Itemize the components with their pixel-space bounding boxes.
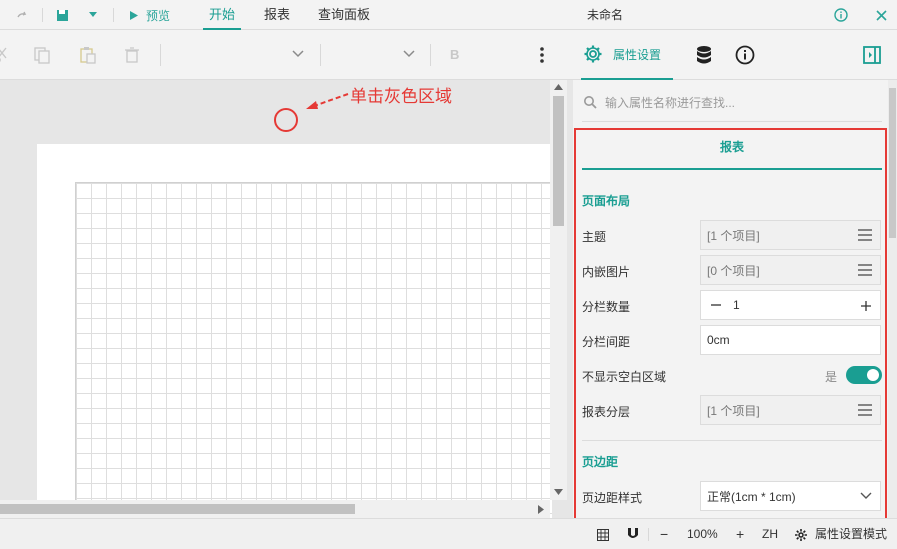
vertical-scroll-thumb[interactable] — [553, 96, 564, 226]
save-button[interactable] — [56, 0, 69, 30]
design-canvas[interactable]: 单击灰色区域 — [0, 80, 567, 518]
save-icon — [57, 9, 68, 21]
scroll-down-icon[interactable] — [554, 489, 563, 495]
canvas-horizontal-scrollbar[interactable] — [0, 500, 550, 518]
separator — [113, 8, 114, 22]
menu-query-panel[interactable]: 查询面板 — [318, 0, 370, 30]
cut-icon[interactable] — [0, 46, 12, 64]
tab-property-settings-label: 属性设置 — [613, 47, 662, 62]
toolbar: B — [0, 30, 573, 80]
click-target-marker — [274, 108, 298, 132]
zoom-in-button[interactable]: + — [736, 519, 744, 549]
gear-icon — [584, 45, 602, 63]
redo-button[interactable] — [16, 0, 28, 30]
divider — [582, 121, 882, 122]
info-icon — [735, 45, 755, 65]
magnet-icon[interactable] — [627, 528, 639, 541]
font-size-dropdown-icon[interactable] — [403, 48, 415, 60]
status-bar: − 100% + ZH 属性设置模式 — [0, 518, 897, 549]
tab-info[interactable] — [735, 30, 755, 80]
preview-label: 预览 — [146, 8, 171, 23]
design-grid[interactable] — [75, 182, 552, 518]
search-icon — [584, 96, 597, 109]
play-icon — [130, 10, 138, 20]
horizontal-scroll-thumb[interactable] — [0, 504, 355, 514]
separator — [42, 8, 43, 22]
font-family-dropdown-icon[interactable] — [292, 48, 304, 60]
right-panel-header: 属性设置 — [573, 30, 897, 80]
menu-report[interactable]: 报表 — [264, 0, 290, 30]
report-page[interactable] — [37, 144, 552, 518]
toggle-panel-button[interactable] — [863, 30, 881, 80]
separator — [320, 44, 321, 66]
document-title: 未命名 — [586, 8, 623, 22]
close-icon — [876, 9, 887, 21]
delete-icon[interactable] — [123, 46, 141, 64]
database-icon — [697, 46, 711, 64]
scroll-right-icon[interactable] — [538, 505, 544, 514]
copy-icon[interactable] — [33, 46, 51, 64]
menu-start[interactable]: 开始 — [203, 0, 241, 30]
tab-data-source[interactable] — [695, 30, 713, 80]
paste-icon[interactable] — [79, 46, 97, 64]
sidebar-collapse-icon — [863, 46, 881, 64]
scroll-up-icon[interactable] — [554, 84, 563, 90]
preview-button[interactable]: 预览 — [130, 0, 170, 30]
panel-scrollbar[interactable] — [888, 80, 897, 518]
panel-scroll-thumb[interactable] — [889, 88, 896, 238]
zoom-level[interactable]: 100% — [687, 519, 718, 549]
caret-down-icon — [89, 12, 97, 17]
save-dropdown-button[interactable] — [89, 0, 97, 30]
about-button[interactable] — [834, 0, 848, 30]
canvas-vertical-scrollbar[interactable] — [550, 80, 567, 500]
close-button[interactable] — [876, 0, 887, 30]
tab-property-settings[interactable]: 属性设置 — [581, 30, 673, 80]
highlight-annotation-box — [574, 128, 887, 520]
language-button[interactable]: ZH — [762, 519, 778, 549]
zoom-out-button[interactable]: − — [660, 519, 668, 549]
property-panel: 输入属性名称进行查找... 报表 页面布局 主题 [1 个项目] 内嵌图片 [0… — [573, 80, 897, 520]
mode-label[interactable]: 属性设置模式 — [815, 519, 887, 549]
title-bar: 预览 开始 报表 查询面板 未命名 — [0, 0, 897, 30]
property-search[interactable]: 输入属性名称进行查找... — [583, 88, 883, 116]
separator — [160, 44, 161, 66]
grid-icon[interactable] — [597, 529, 609, 541]
more-vertical-icon[interactable] — [533, 46, 551, 64]
annotation-arrow-icon — [306, 93, 349, 109]
annotation-text: 单击灰色区域 — [350, 87, 452, 107]
search-input[interactable]: 输入属性名称进行查找... — [605, 94, 735, 111]
gear-icon — [795, 529, 807, 541]
bold-button[interactable]: B — [450, 47, 459, 62]
separator — [430, 44, 431, 66]
redo-icon — [17, 11, 27, 18]
info-icon — [834, 8, 848, 22]
separator — [648, 528, 649, 541]
